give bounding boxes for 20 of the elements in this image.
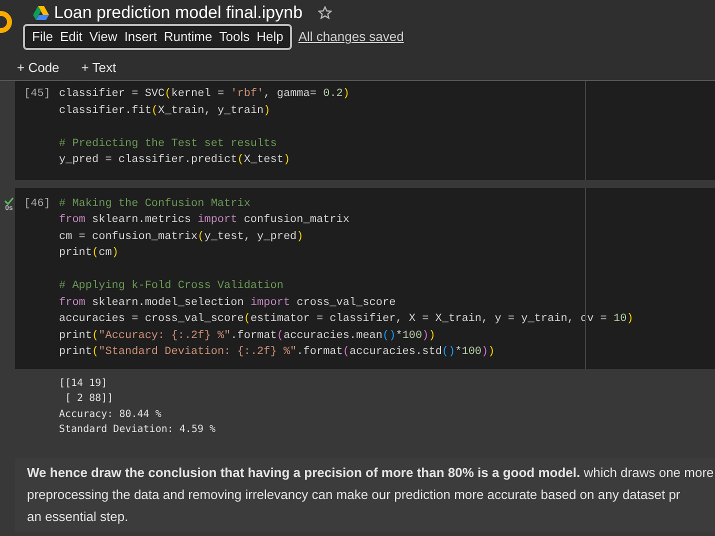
menu-item[interactable]: Insert <box>121 27 160 47</box>
notebook-title[interactable]: Loan prediction model final.ipynb <box>54 0 303 26</box>
menu-item[interactable]: View <box>86 27 120 47</box>
drive-icon <box>33 6 49 20</box>
code-cell[interactable]: [45] classifier = SVC(kernel = 'rbf', gamma= 0.2) classifier.fit(X_train, y_train) # Predicting the Test set results y_pred = classifier.predict(X_test) <box>15 81 715 180</box>
execution-count: [45] <box>23 87 52 102</box>
menu-item[interactable]: File <box>29 27 56 47</box>
toolbar-button[interactable]: + Code <box>12 57 64 78</box>
star-icon[interactable] <box>318 6 332 20</box>
code-cell[interactable] <box>15 188 715 368</box>
toolbar-button[interactable]: + Text <box>76 57 122 78</box>
conclusion-paragraph: We hence draw the conclusion that having a precision of more than 80% is a good model. which draws one more preprocessing the data and removing irrelevancy can make our prediction more accurate based on any dataset pr an essential step. <box>27 464 715 526</box>
menu-item[interactable]: Tools <box>216 27 253 47</box>
menu-item[interactable]: Help <box>254 27 286 47</box>
code-block[interactable]: classifier = SVC(kernel = 'rbf', gamma= 0.2) classifier.fit(X_train, y_train) # Predicting the Test set results y_pred = classifier.predict(X_test) <box>59 86 350 168</box>
execution-count: [46] <box>23 196 52 212</box>
cell-output: [[14 19] [ 2 88]] Accuracy: 80.44 % Standard Deviation: 4.59 % <box>59 376 217 437</box>
menu-item[interactable]: Edit <box>56 27 86 47</box>
menu-item[interactable]: Runtime <box>160 27 216 47</box>
save-status-link[interactable]: All changes saved <box>298 27 404 47</box>
